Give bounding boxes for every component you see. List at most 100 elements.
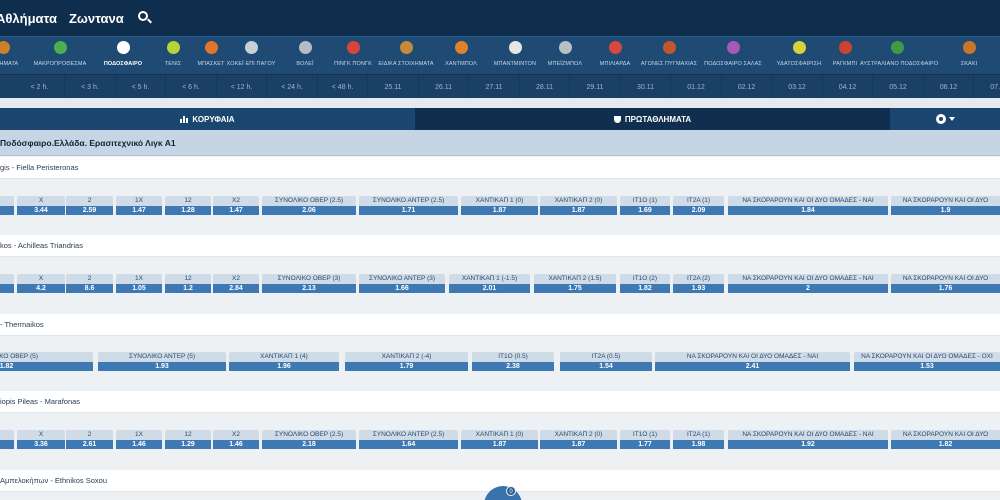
odds-value	[0, 206, 14, 215]
league-header[interactable]: Ποδόσφαιρο.Ελλάδα. Ερασιτεχνικό Λιγκ Α1	[0, 130, 1000, 156]
odds-market-label: ΣΥΝΟΛΙΚΟ ΟΒΕΡ (3)	[262, 274, 356, 284]
tab-leagues[interactable]: ΠΡΩΤΑΘΛΗΜΑΤΑ	[415, 108, 890, 130]
odds-button[interactable]: X 4.2	[17, 274, 65, 293]
odds-value: 1.29	[165, 440, 211, 449]
odds-button[interactable]: 1X 1.05	[116, 274, 162, 293]
odds-button[interactable]: ΝΑ ΣΚΟΡΑΡΟΥΝ ΚΑΙ ΟΙ ΔΥΟ ΟΜΑΔΕΣ - ΝΑΙ 1.84	[728, 196, 888, 215]
time-filter[interactable]: 04.12	[823, 75, 873, 99]
odds-button[interactable]: 1X 1.47	[116, 196, 162, 215]
time-filter[interactable]: 26.11	[419, 75, 469, 99]
odds-button[interactable]: X2 1.47	[213, 196, 259, 215]
odds-button[interactable]: 12 1.28	[165, 196, 211, 215]
odds-button[interactable]: ΝΑ ΣΚΟΡΑΡΟΥΝ ΚΑΙ ΟΙ ΔΥΟ ΟΜΑΔΕΣ - ΝΑΙ 2.41	[655, 352, 850, 371]
odds-button[interactable]: ΧΑΝΤΙΚΑΠ 1 (0) 1.87	[461, 430, 538, 449]
time-filter[interactable]: 25.11	[369, 75, 419, 99]
match-title-row[interactable]: iopis Pileas - Marafonas	[0, 391, 1000, 413]
sport-item[interactable]: ΜΑΚΡΟΠΡΟΘΕΣΜΑ	[27, 37, 93, 75]
time-filter[interactable]: < 48 h.	[318, 75, 368, 99]
sport-item[interactable]: ΑΓΩΝΕΣ ΠΥΓΜΑΧΙΑΣ	[636, 37, 702, 75]
time-filter[interactable]: < 5 h.	[116, 75, 166, 99]
sport-icon	[54, 41, 67, 54]
odds-button[interactable]	[0, 430, 14, 449]
odds-button[interactable]: 2 2.59	[66, 196, 113, 215]
odds-button[interactable]: ΝΑ ΣΚΟΡΑΡΟΥΝ ΚΑΙ ΟΙ ΔΥΟ ΟΜΑΔΕΣ - ΝΑΙ 2	[728, 274, 888, 293]
odds-button[interactable]: 2 8.6	[66, 274, 113, 293]
odds-button[interactable]: X 3.36	[17, 430, 65, 449]
bar-chart-icon	[180, 115, 189, 123]
odds-button[interactable]: ΧΑΝΤΙΚΑΠ 2 (0) 1.87	[540, 196, 617, 215]
time-filter[interactable]: < 6 h.	[167, 75, 217, 99]
odds-button[interactable]: 5	[0, 274, 14, 293]
odds-button[interactable]: ΙΤ1Ο (0.5) 2.38	[472, 352, 554, 371]
odds-market-label: ΙΤ2Α (1)	[673, 430, 724, 440]
nav-sports-link[interactable]: Αθλήματα	[0, 11, 57, 26]
nav-live-link[interactable]: Ζωντανα	[69, 11, 124, 26]
odds-button[interactable]: 2 2.61	[66, 430, 113, 449]
odds-button[interactable]: ΧΑΝΤΙΚΑΠ 1 (-1.5) 2.01	[449, 274, 530, 293]
odds-button[interactable]: ΧΑΝΤΙΚΑΠ 1 (4) 1.96	[229, 352, 339, 371]
sport-icon	[117, 41, 130, 54]
odds-button[interactable]: ΝΑ ΣΚΟΡΑΡΟΥΝ ΚΑΙ ΟΙ ΔΥΟ ΟΜΑΔΕΣ - ΝΑΙ 1.92	[728, 430, 888, 449]
odds-button[interactable]: X 3.44	[17, 196, 65, 215]
odds-market-label: 12	[165, 430, 211, 440]
odds-button[interactable]: ΣΥΝΟΛΙΚΟ ΟΒΕΡ (3) 2.13	[262, 274, 356, 293]
time-filter[interactable]: 06.12	[924, 75, 974, 99]
odds-button[interactable]: ΣΥΝΟΛΙΚΟ ΑΝΤΕΡ (2.5) 1.64	[359, 430, 458, 449]
time-filter[interactable]: 07.12	[975, 75, 1000, 99]
time-filter[interactable]: < 24 h.	[268, 75, 318, 99]
time-filter[interactable]: 28.11	[520, 75, 570, 99]
odds-market-label: ΣΥΝΟΛΙΚΟ ΑΝΤΕΡ (3)	[359, 274, 445, 284]
match-title-row[interactable]: kos - Achilleas Triandrias	[0, 235, 1000, 257]
odds-market-label: ΣΥΝΟΛΙΚΟ ΑΝΤΕΡ (5)	[98, 352, 226, 362]
odds-market-label	[0, 274, 14, 284]
odds-button[interactable]: ΙΤ1Ο (1) 1.69	[620, 196, 670, 215]
odds-button[interactable]: ΣΥΝΟΛΙΚΟ ΟΒΕΡ (5)1.82	[0, 352, 93, 371]
odds-button[interactable]: ΙΤ1Ο (1) 1.77	[620, 430, 670, 449]
odds-button[interactable]: X2 2.84	[213, 274, 259, 293]
odds-button[interactable]: ΝΑ ΣΚΟΡΑΡΟΥΝ ΚΑΙ ΟΙ ΔΥΟ 1.82	[891, 430, 1000, 449]
odds-button[interactable]: 12 1.2	[165, 274, 211, 293]
tab-top[interactable]: ΚΟΡΥΦΑΙΑ	[0, 108, 415, 130]
odds-button[interactable]: ΝΑ ΣΚΟΡΑΡΟΥΝ ΚΑΙ ΟΙ ΔΥΟ 1.9	[891, 196, 1000, 215]
match-title-row[interactable]: gis - Fiella Peristeronas	[0, 157, 1000, 179]
time-filter[interactable]: 30.11	[621, 75, 671, 99]
odds-button[interactable]: ΧΑΝΤΙΚΑΠ 1 (0) 1.87	[461, 196, 538, 215]
time-filter[interactable]: 29.11	[571, 75, 621, 99]
odds-button[interactable]: ΣΥΝΟΛΙΚΟ ΟΒΕΡ (2.5) 2.06	[262, 196, 356, 215]
sport-item[interactable]: ΒΕΛΑΚΙΑ	[986, 37, 1000, 75]
search-icon[interactable]	[137, 11, 152, 25]
odds-button[interactable]: ΝΑ ΣΚΟΡΑΡΟΥΝ ΚΑΙ ΟΙ ΔΥΟ 1.76	[891, 274, 1000, 293]
time-filter[interactable]: < 3 h.	[66, 75, 116, 99]
time-filter[interactable]: 05.12	[874, 75, 924, 99]
odds-button[interactable]: ΝΑ ΣΚΟΡΑΡΟΥΝ ΚΑΙ ΟΙ ΔΥΟ ΟΜΑΔΕΣ - ΟΧΙ 1.53	[854, 352, 1000, 371]
time-filter[interactable]: 02.12	[722, 75, 772, 99]
odds-button[interactable]: ΣΥΝΟΛΙΚΟ ΟΒΕΡ (2.5) 2.18	[262, 430, 356, 449]
odds-value: 1.93	[673, 284, 724, 293]
odds-button[interactable]: ΣΥΝΟΛΙΚΟ ΑΝΤΕΡ (2.5) 1.71	[359, 196, 458, 215]
time-filter[interactable]: 03.12	[773, 75, 823, 99]
sport-item[interactable]: ΠΟΔΟΣΦΑΙΡΟ ΣΑΛΑΣ	[700, 37, 766, 75]
odds-button[interactable]: ΙΤ2Α (0.5) 1.54	[560, 352, 652, 371]
odds-button[interactable]: ΙΤ2Α (1) 2.09	[673, 196, 724, 215]
match-title-row[interactable]: - Thermaikos	[0, 314, 1000, 336]
odds-button[interactable]: X2 1.46	[213, 430, 259, 449]
time-filter[interactable]: < 12 h.	[217, 75, 267, 99]
odds-button[interactable]: ΧΑΝΤΙΚΑΠ 2 (1.5) 1.75	[534, 274, 616, 293]
odds-button[interactable]: ΧΑΝΤΙΚΑΠ 2 (0) 1.87	[540, 430, 617, 449]
odds-button[interactable]: ΙΤ1Ο (2) 1.82	[620, 274, 670, 293]
odds-button[interactable]: ΣΥΝΟΛΙΚΟ ΑΝΤΕΡ (5) 1.93	[98, 352, 226, 371]
odds-button[interactable]: ΣΥΝΟΛΙΚΟ ΑΝΤΕΡ (3) 1.66	[359, 274, 445, 293]
odds-button[interactable]: ΙΤ2Α (1) 1.98	[673, 430, 724, 449]
odds-button[interactable]: 12 1.29	[165, 430, 211, 449]
odds-button[interactable]: ΙΤ2Α (2) 1.93	[673, 274, 724, 293]
time-filter[interactable]: 27.11	[470, 75, 520, 99]
odds-button[interactable]	[0, 196, 14, 215]
odds-value: 1.05	[116, 284, 162, 293]
time-filter[interactable]: 01.12	[672, 75, 722, 99]
odds-button[interactable]: ΧΑΝΤΙΚΑΠ 2 (-4) 1.79	[345, 352, 468, 371]
odds-button[interactable]: 1X 1.46	[116, 430, 162, 449]
time-filter[interactable]: < 2 h.	[15, 75, 65, 99]
odds-market-label: 2	[66, 430, 113, 440]
settings-button[interactable]	[890, 108, 1000, 130]
sport-item[interactable]: ΑΥΣΤΡΑΛΙΑΝΟ ΠΟΔΟΣΦΑΙΡΟ	[860, 37, 938, 75]
